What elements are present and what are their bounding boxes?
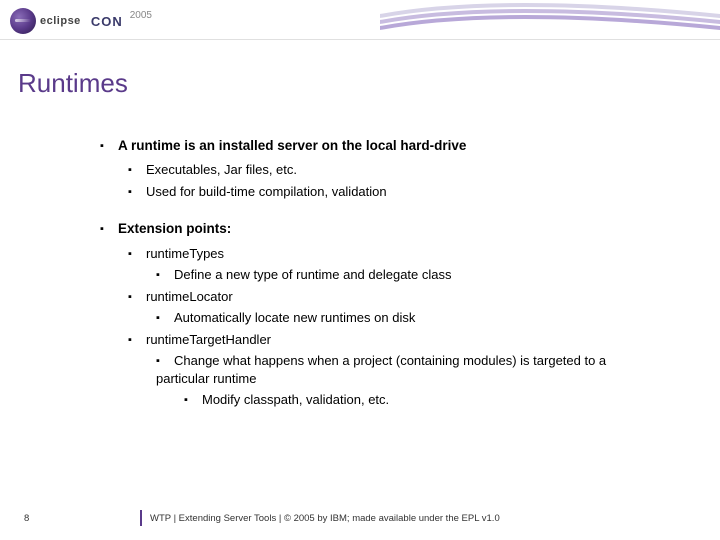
bullet-l2: runtimeTargetHandler [128, 331, 660, 349]
bullet-text: runtimeTypes [146, 246, 224, 261]
bullet-text: runtimeTargetHandler [146, 332, 271, 347]
footer-divider-icon [140, 510, 142, 526]
bullet-l1: Extension points: [100, 220, 660, 238]
logo-year-text: 2005 [130, 10, 152, 21]
logo: eclipse CON 2005 [10, 8, 152, 34]
eclipse-logo-icon [10, 8, 36, 34]
bullet-l3: Automatically locate new runtimes on dis… [156, 309, 660, 327]
bullet-l2: runtimeTypes [128, 245, 660, 263]
footer-text: WTP | Extending Server Tools | © 2005 by… [150, 513, 500, 524]
bullet-text: Extension points: [118, 221, 231, 236]
bullet-text: Used for build-time compilation, validat… [146, 184, 387, 199]
bullet-text: Modify classpath, validation, etc. [202, 392, 389, 407]
bullet-l2: Used for build-time compilation, validat… [128, 183, 660, 201]
bullet-text: A runtime is an installed server on the … [118, 138, 466, 153]
bullet-text: Automatically locate new runtimes on dis… [174, 310, 415, 325]
bullet-text: runtimeLocator [146, 289, 233, 304]
logo-eclipse-text: eclipse [40, 15, 81, 27]
slide-title: Runtimes [18, 68, 720, 99]
bullet-l4: Modify classpath, validation, etc. [184, 391, 660, 409]
logo-con-text: CON [91, 14, 123, 29]
bullet-l2: Executables, Jar files, etc. [128, 161, 660, 179]
bullet-l2: runtimeLocator [128, 288, 660, 306]
bullet-text: Define a new type of runtime and delegat… [174, 267, 452, 282]
bullet-l1: A runtime is an installed server on the … [100, 137, 660, 155]
header-swoosh-icon [380, 0, 720, 36]
bullet-l3: Define a new type of runtime and delegat… [156, 266, 660, 284]
bullet-text: Executables, Jar files, etc. [146, 162, 297, 177]
slide-header: eclipse CON 2005 [0, 0, 720, 40]
page-number: 8 [24, 513, 29, 524]
slide-content: A runtime is an installed server on the … [100, 137, 660, 409]
bullet-text: Change what happens when a project (cont… [156, 353, 606, 386]
bullet-l3: Change what happens when a project (cont… [156, 352, 660, 387]
